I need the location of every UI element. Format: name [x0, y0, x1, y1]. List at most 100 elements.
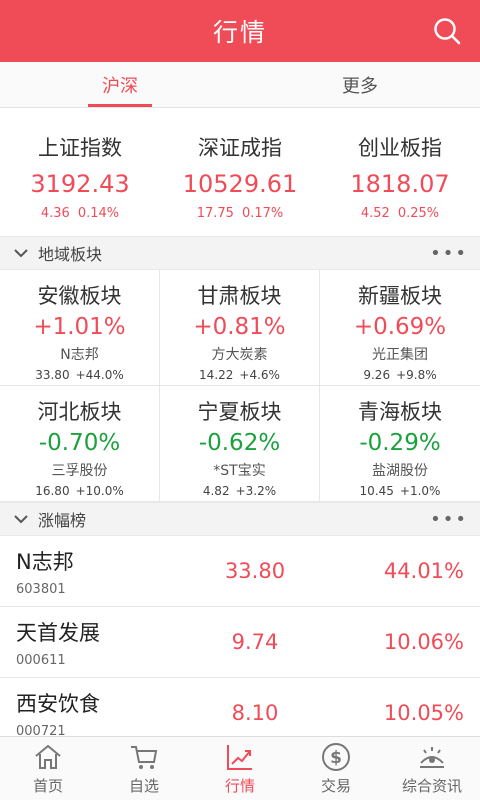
bottom-nav: 首页 自选 行情 $ 交易 综合资讯	[0, 736, 480, 800]
region-grid: 安徽板块 +1.01% N志邦 33.80 +44.0% 甘肃板块 +0.81% …	[0, 270, 480, 502]
index-value: 10529.61	[182, 170, 298, 198]
nav-label: 自选	[128, 777, 159, 795]
leading-stock-stats: 16.80 +10.0%	[35, 484, 124, 498]
index-change-points: 17.75	[196, 206, 234, 221]
tab-hushen[interactable]: 沪深	[0, 62, 240, 107]
region-section-header[interactable]: 地域板块 •••	[0, 236, 480, 270]
leading-stock-stats: 9.26 +9.8%	[363, 368, 436, 382]
nav-item-trade[interactable]: $ 交易	[288, 737, 384, 800]
stock-name: 天首发展	[16, 620, 100, 645]
gainers-section-header[interactable]: 涨幅榜 •••	[0, 502, 480, 536]
index-card-shanghai[interactable]: 上证指数 3192.43 4.36 0.14%	[0, 108, 160, 236]
leading-stock-stats: 33.80 +44.0%	[35, 368, 124, 382]
market-tabs: 沪深 更多	[0, 62, 480, 108]
index-change: 17.75 0.17%	[197, 206, 284, 221]
index-change-points: 4.52	[360, 206, 390, 221]
region-name: 河北板块	[37, 400, 122, 424]
index-value: 3192.43	[30, 170, 130, 198]
region-name: 甘肃板块	[197, 284, 282, 308]
more-options-icon[interactable]: •••	[430, 243, 468, 264]
index-change-pct: 0.17%	[241, 206, 284, 221]
region-pct: -0.29%	[359, 430, 441, 456]
stock-pct: 10.06%	[383, 630, 464, 654]
stock-pct: +4.6%	[239, 368, 280, 382]
region-cell[interactable]: 青海板块 -0.29% 盐湖股份 10.45 +1.0%	[320, 386, 480, 502]
stock-pct: +10.0%	[75, 484, 124, 498]
cart-icon	[131, 746, 158, 769]
leading-stock: 三孚股份	[51, 463, 108, 479]
leading-stock: 盐湖股份	[372, 463, 428, 479]
region-pct: +1.01%	[33, 314, 126, 340]
index-change-pct: 0.25%	[397, 206, 440, 221]
nav-item-home[interactable]: 首页	[0, 737, 96, 800]
index-name: 深证成指	[198, 136, 282, 160]
stock-price: 9.26	[363, 368, 391, 382]
stock-price: 10.45	[359, 484, 394, 498]
tab-label: 更多	[342, 75, 378, 97]
stock-name: 西安饮食	[16, 691, 100, 716]
stock-pct: +44.0%	[75, 368, 124, 382]
index-card-chinext[interactable]: 创业板指 1818.07 4.52 0.25%	[320, 108, 480, 236]
region-name: 新疆板块	[358, 284, 442, 308]
index-panel: 上证指数 3192.43 4.36 0.14% 深证成指 10529.61 17.…	[0, 108, 480, 236]
stock-info: N志邦 603801	[16, 546, 186, 597]
more-options-icon[interactable]: •••	[430, 509, 468, 530]
index-value: 1818.07	[350, 170, 450, 198]
region-pct: -0.62%	[198, 430, 281, 456]
page-title: 行情	[212, 18, 267, 47]
nav-item-watchlist[interactable]: 自选	[96, 737, 192, 800]
leading-stock-stats: 10.45 +1.0%	[360, 484, 441, 498]
tab-more[interactable]: 更多	[240, 62, 480, 107]
svg-text:$: $	[330, 748, 342, 768]
stock-price: 9.74	[231, 630, 279, 654]
home-icon	[35, 744, 61, 769]
index-change: 4.36 0.14%	[41, 206, 119, 221]
nav-item-news[interactable]: 综合资讯	[384, 737, 480, 800]
region-name: 青海板块	[358, 400, 442, 424]
search-button[interactable]	[430, 14, 464, 48]
news-icon	[420, 747, 444, 768]
leading-stock-stats: 4.82 +3.2%	[203, 484, 276, 498]
index-change-points: 4.36	[40, 206, 70, 221]
stock-pct: 44.01%	[383, 559, 464, 583]
dollar-icon: $	[322, 743, 350, 771]
region-cell[interactable]: 宁夏板块 -0.62% *ST宝实 4.82 +3.2%	[160, 386, 320, 502]
stock-price: 8.10	[231, 701, 279, 725]
index-name: 上证指数	[38, 136, 122, 160]
nav-item-market[interactable]: 行情	[192, 737, 288, 800]
chevron-down-icon	[14, 515, 28, 524]
stock-code: 603801	[16, 581, 66, 597]
chevron-down-icon	[14, 249, 28, 258]
stock-pct: +9.8%	[396, 368, 437, 382]
region-pct: -0.70%	[38, 430, 121, 456]
section-title: 涨幅榜	[38, 511, 87, 530]
nav-label: 综合资讯	[401, 777, 462, 795]
table-row[interactable]: 天首发展 000611 9.74 10.06%	[0, 607, 480, 678]
index-change-pct: 0.14%	[77, 206, 120, 221]
region-cell[interactable]: 河北板块 -0.70% 三孚股份 16.80 +10.0%	[0, 386, 160, 502]
region-cell[interactable]: 安徽板块 +1.01% N志邦 33.80 +44.0%	[0, 270, 160, 386]
stock-pct: +1.0%	[399, 484, 441, 498]
section-title: 地域板块	[38, 245, 103, 264]
tab-label: 沪深	[102, 75, 138, 97]
stock-price: 16.80	[35, 484, 70, 498]
index-card-shenzhen[interactable]: 深证成指 10529.61 17.75 0.17%	[160, 108, 320, 236]
region-pct: +0.81%	[193, 314, 286, 340]
search-icon	[434, 18, 461, 45]
leading-stock-stats: 14.22 +4.6%	[199, 368, 280, 382]
leading-stock: 方大炭素	[211, 347, 268, 363]
table-row[interactable]: N志邦 603801 33.80 44.01%	[0, 536, 480, 607]
market-screen: 行情 沪深 更多 上证指数 3192.43 4.36 0.14% 深证成指 105…	[0, 0, 480, 800]
region-name: 宁夏板块	[197, 400, 282, 424]
leading-stock: N志邦	[60, 347, 99, 363]
stock-price: 14.22	[199, 368, 234, 382]
region-cell[interactable]: 新疆板块 +0.69% 光正集团 9.26 +9.8%	[320, 270, 480, 386]
region-pct: +0.69%	[353, 314, 447, 340]
stock-info: 西安饮食 000721	[16, 688, 186, 739]
stock-info: 天首发展 000611	[16, 617, 186, 668]
region-cell[interactable]: 甘肃板块 +0.81% 方大炭素 14.22 +4.6%	[160, 270, 320, 386]
gainers-list: N志邦 603801 33.80 44.01% 天首发展 000611 9.74…	[0, 536, 480, 749]
index-change: 4.52 0.25%	[361, 206, 439, 221]
nav-label: 行情	[224, 777, 255, 795]
index-name: 创业板指	[358, 136, 442, 160]
